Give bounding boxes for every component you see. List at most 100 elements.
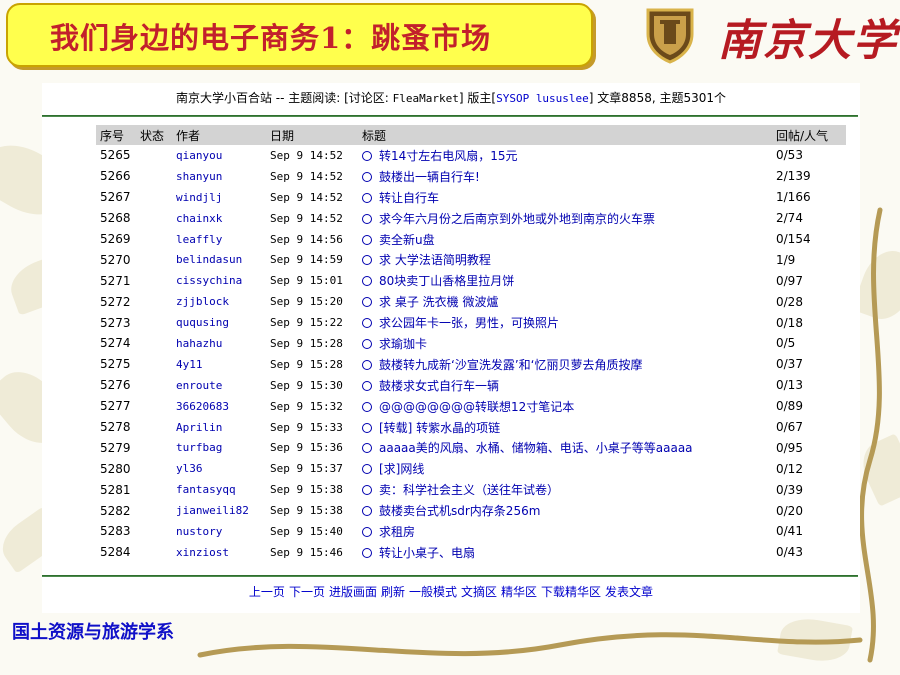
post-status <box>136 500 172 521</box>
post-replies: 0/95 <box>776 440 803 455</box>
post-title-text: 鼓楼转九成新‘沙宣洗发露’和‘忆丽贝萝去角质按摩 <box>379 357 643 372</box>
post-title-link[interactable]: 80块卖丁山香格里拉月饼 <box>358 270 772 291</box>
post-number: 5265 <box>100 148 131 163</box>
posts-table: 序号 状态 作者 日期 标题 回帖/人气 5265 qianyou Sep 9 14… <box>96 125 846 563</box>
column-header-status: 状态 <box>136 125 172 145</box>
board-header-prefix: 南京大学小百合站 -- 主题阅读: [讨论区: <box>175 91 393 105</box>
post-date: Sep 9 15:38 <box>270 504 343 518</box>
table-row: 5270 belindasun Sep 9 14:59 求 大学法语简明教程 1/9 <box>96 249 846 270</box>
post-author-link[interactable]: shanyun <box>172 166 266 187</box>
post-author-link[interactable]: ququsing <box>172 312 266 333</box>
post-title-text: @@@@@@@@转联想12寸笔记本 <box>379 399 575 414</box>
post-author-link[interactable]: leaffly <box>172 229 266 250</box>
post-number: 5269 <box>100 232 131 246</box>
post-author-link[interactable]: turfbag <box>172 437 266 458</box>
post-number: 5266 <box>100 169 131 184</box>
post-title-link[interactable]: 卖：科学社会主义（送往年试卷） <box>358 479 772 500</box>
post-author-link[interactable]: Aprilin <box>172 417 266 438</box>
post-status <box>136 312 172 333</box>
post-author-link[interactable]: 4y11 <box>172 354 266 375</box>
post-number: 5278 <box>100 420 131 435</box>
post-date: Sep 9 15:20 <box>270 295 343 309</box>
moderator-link[interactable]: SYSOP lususlee <box>496 92 589 105</box>
post-status <box>136 396 172 417</box>
nav-link[interactable]: 下一页 <box>289 585 325 599</box>
post-status <box>136 249 172 270</box>
post-author-link[interactable]: zjjblock <box>172 291 266 312</box>
post-title-link[interactable]: 求 大学法语简明教程 <box>358 249 772 270</box>
post-replies: 0/28 <box>776 294 803 309</box>
table-row: 5283 nustory Sep 9 15:40 求租房 0/41 <box>96 521 846 542</box>
post-author-link[interactable]: cissychina <box>172 270 266 291</box>
post-title-link[interactable]: 求公园年卡一张，男性，可换照片 <box>358 312 772 333</box>
post-title-link[interactable]: 卖全新u盘 <box>358 229 772 250</box>
post-author-link[interactable]: nustory <box>172 521 266 542</box>
nav-link[interactable]: 一般模式 <box>409 585 457 599</box>
post-author-link[interactable]: windjlj <box>172 187 266 208</box>
nav-link[interactable]: 下载精华区 <box>541 585 601 599</box>
table-header-row: 序号 状态 作者 日期 标题 回帖/人气 <box>96 125 846 145</box>
nav-link[interactable]: 精华区 <box>501 585 537 599</box>
post-title-link[interactable]: 求租房 <box>358 521 772 542</box>
post-author-link[interactable]: belindasun <box>172 249 266 270</box>
post-author-link[interactable]: 36620683 <box>172 396 266 417</box>
post-replies: 0/89 <box>776 399 803 414</box>
nav-link[interactable]: 文摘区 <box>461 585 497 599</box>
post-title-link[interactable]: 求瑜珈卡 <box>358 333 772 354</box>
post-title-text: 转让自行车 <box>379 190 440 205</box>
nav-link[interactable]: 刷新 <box>381 585 405 599</box>
thread-bullet-icon <box>362 171 372 182</box>
post-number: 5279 <box>100 440 131 455</box>
post-title-link[interactable]: 鼓楼转九成新‘沙宣洗发露’和‘忆丽贝萝去角质按摩 <box>358 354 772 375</box>
thread-bullet-icon <box>362 234 372 245</box>
post-author-link[interactable]: fantasyqq <box>172 479 266 500</box>
post-title-link[interactable]: 鼓楼求女式自行车一辆 <box>358 375 772 396</box>
table-row: 5269 leaffly Sep 9 14:56 卖全新u盘 0/154 <box>96 229 846 250</box>
column-header-title: 标题 <box>358 125 772 145</box>
thread-bullet-icon <box>362 401 372 412</box>
table-row: 5265 qianyou Sep 9 14:52 转14寸左右电风扇，15元 0/53 <box>96 145 846 166</box>
post-author-link[interactable]: xinziost <box>172 542 266 563</box>
post-replies: 0/5 <box>776 336 796 351</box>
post-number: 5270 <box>100 252 131 267</box>
post-title-link[interactable]: 转让小桌子、电扇 <box>358 542 772 563</box>
nav-link[interactable]: 上一页 <box>249 585 285 599</box>
post-title-link[interactable]: 求 桌子 洗衣機 微波爐 <box>358 291 772 312</box>
post-author-link[interactable]: chainxk <box>172 208 266 229</box>
nav-link[interactable]: 进版画面 <box>329 585 377 599</box>
post-author-link[interactable]: yl36 <box>172 458 266 479</box>
post-title-link[interactable]: 转14寸左右电风扇，15元 <box>358 145 772 166</box>
post-title-link[interactable]: 求今年六月份之后南京到外地或外地到南京的火车票 <box>358 208 772 229</box>
post-title-link[interactable]: [求]网线 <box>358 458 772 479</box>
post-author-link[interactable]: enroute <box>172 375 266 396</box>
post-author-link[interactable]: hahazhu <box>172 333 266 354</box>
post-title-link[interactable]: @@@@@@@@转联想12寸笔记本 <box>358 396 772 417</box>
post-title-link[interactable]: [转载] 转紫水晶的项链 <box>358 417 772 438</box>
post-status <box>136 145 172 166</box>
post-title-link[interactable]: 鼓楼卖台式机sdr内存条256m <box>358 500 772 521</box>
thread-bullet-icon <box>362 297 372 308</box>
divider-bottom <box>42 575 858 577</box>
post-title-link[interactable]: aaaaa美的风扇、水桶、储物箱、电话、小桌子等等aaaaa <box>358 437 772 458</box>
table-row: 5275 4y11 Sep 9 15:28 鼓楼转九成新‘沙宣洗发露’和‘忆丽贝萝去角… <box>96 354 846 375</box>
post-title-text: 80块卖丁山香格里拉月饼 <box>379 274 515 289</box>
post-number: 5280 <box>100 461 131 476</box>
post-title-text: 求租房 <box>379 524 416 539</box>
post-date: Sep 9 14:52 <box>270 190 343 204</box>
table-row: 5266 shanyun Sep 9 14:52 鼓楼出一辆自行车! 2/139 <box>96 166 846 187</box>
table-row: 5278 Aprilin Sep 9 15:33 [转载] 转紫水晶的项链 0/67 <box>96 417 846 438</box>
thread-bullet-icon <box>362 192 372 203</box>
post-replies: 0/41 <box>776 524 803 539</box>
post-replies: 0/53 <box>776 148 803 163</box>
thread-bullet-icon <box>362 338 372 349</box>
post-number: 5272 <box>100 294 131 309</box>
posts-table-body: 5265 qianyou Sep 9 14:52 转14寸左右电风扇，15元 0/53 5… <box>96 145 846 563</box>
post-title-link[interactable]: 转让自行车 <box>358 187 772 208</box>
nav-link[interactable]: 发表文章 <box>605 585 653 599</box>
post-status <box>136 437 172 458</box>
post-author-link[interactable]: jianweili82 <box>172 500 266 521</box>
post-number: 5267 <box>100 190 131 205</box>
post-author-link[interactable]: qianyou <box>172 145 266 166</box>
post-title-link[interactable]: 鼓楼出一辆自行车! <box>358 166 772 187</box>
table-row: 5271 cissychina Sep 9 15:01 80块卖丁山香格里拉月饼 0/9… <box>96 270 846 291</box>
